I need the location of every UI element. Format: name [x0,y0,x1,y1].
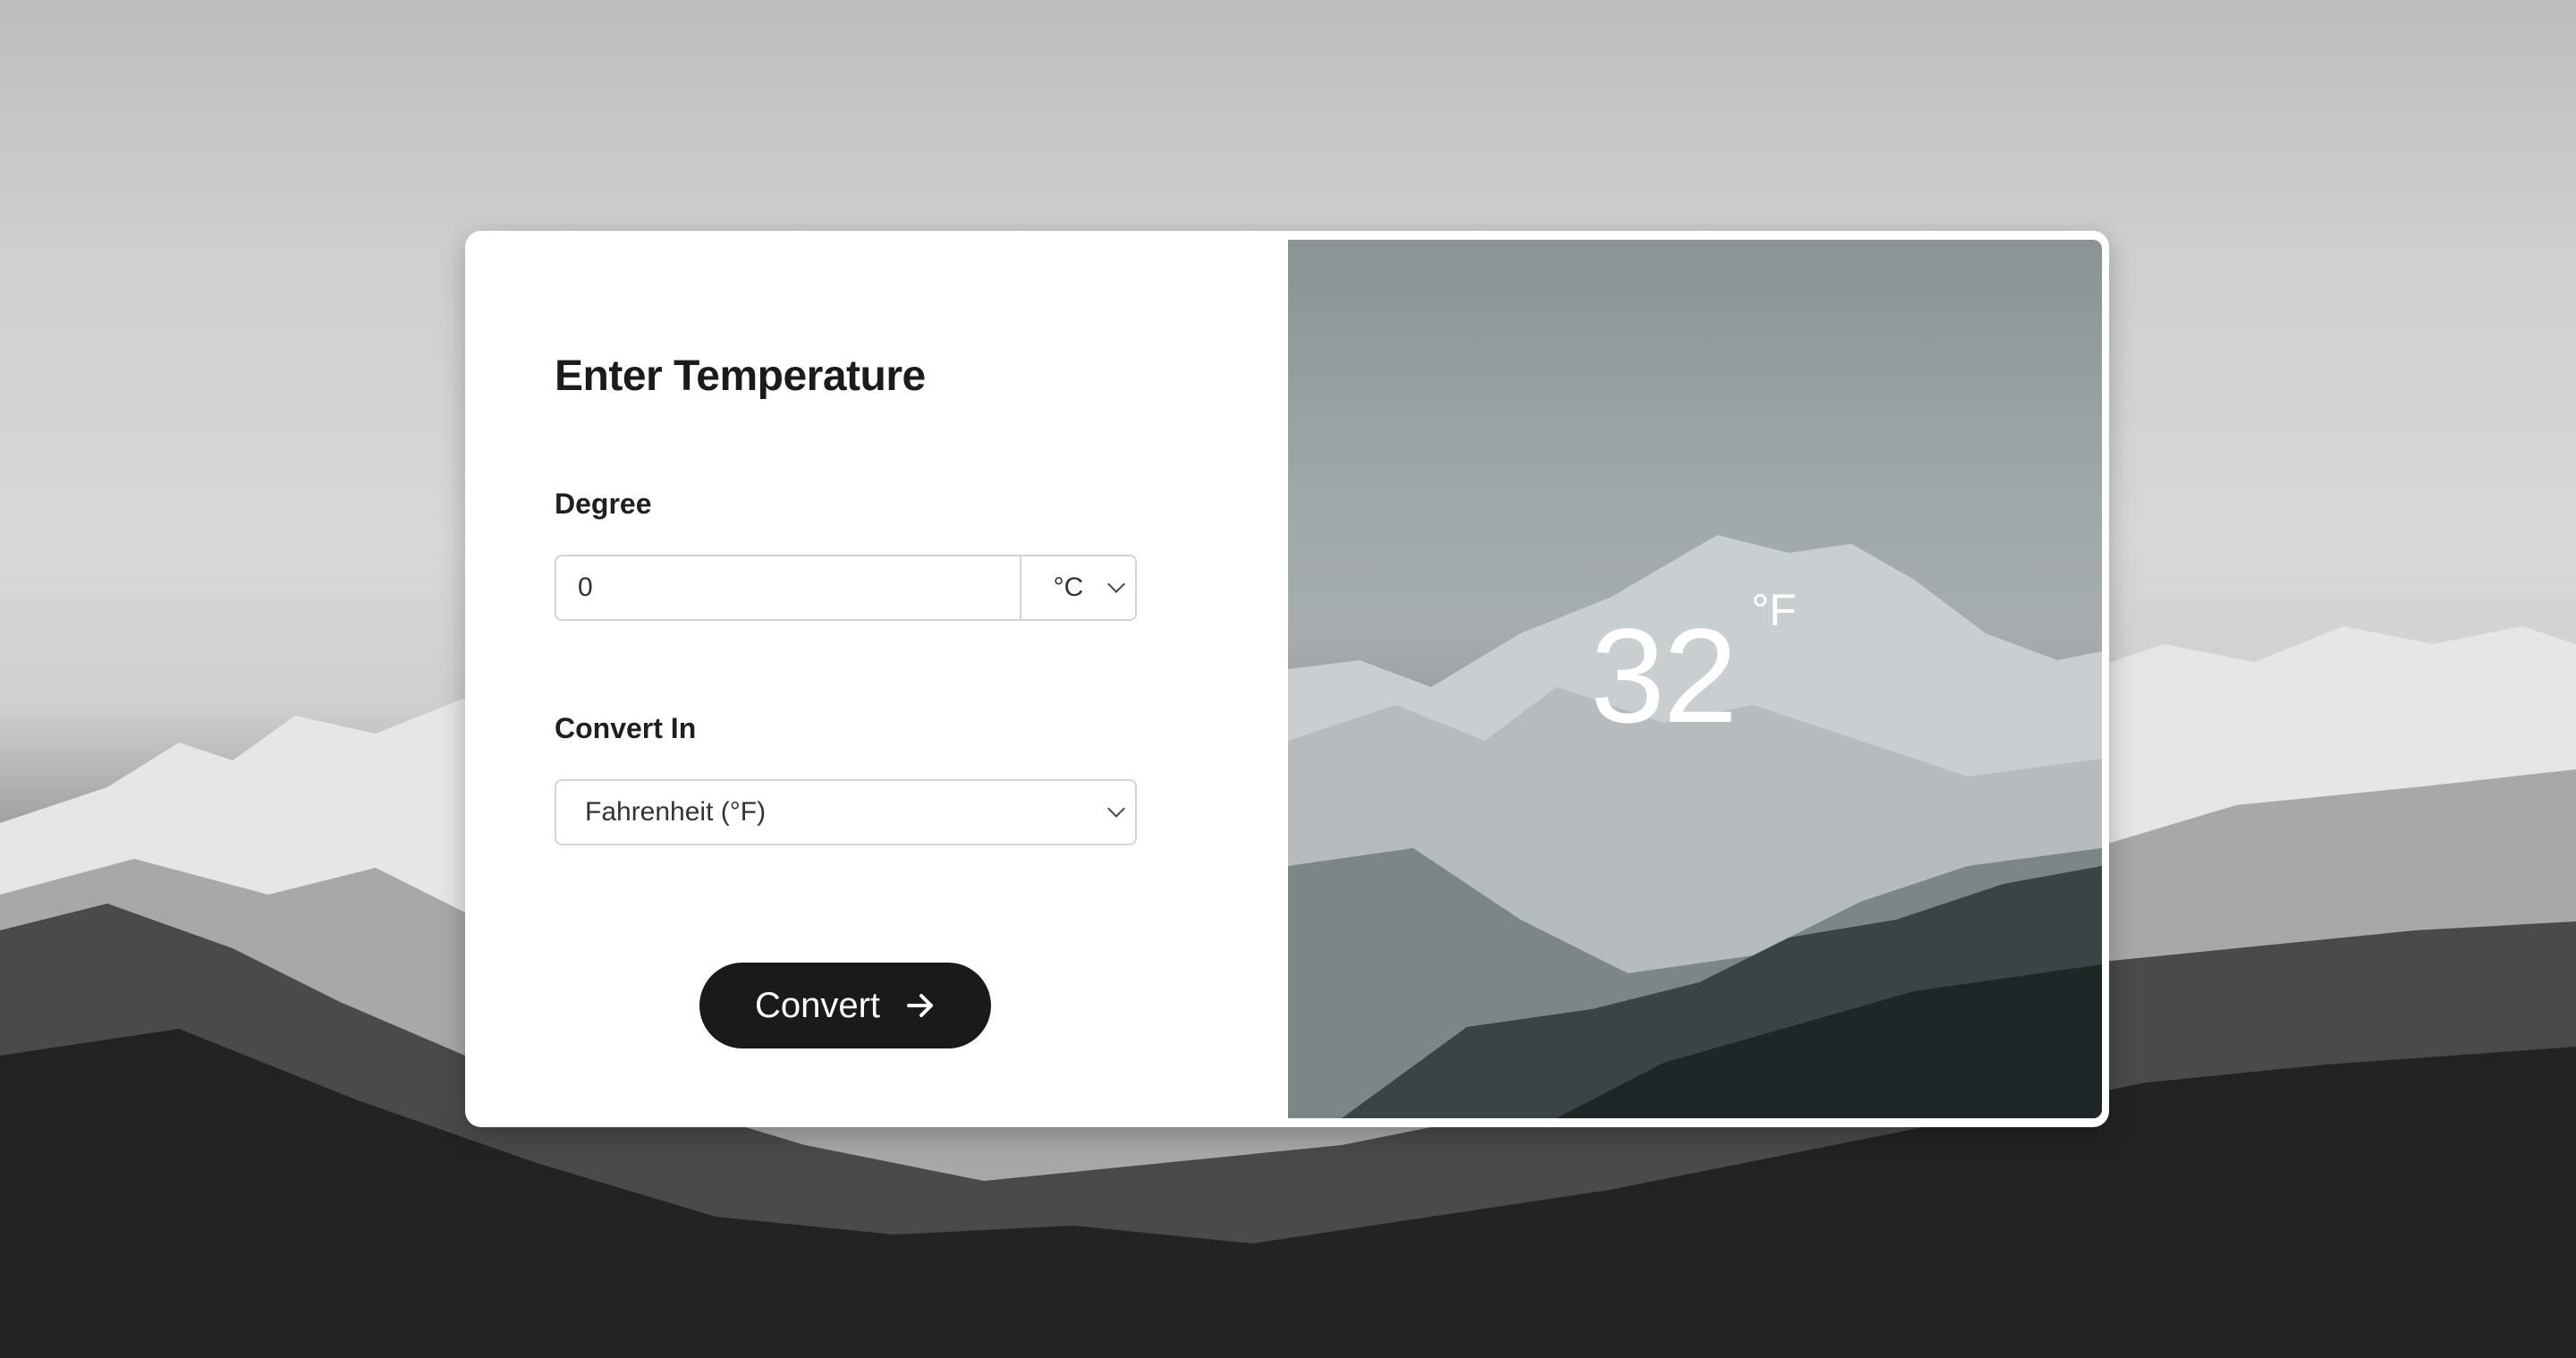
result-panel: 32 °F [1288,240,2102,1118]
result-display: 32 °F [1288,240,2102,1118]
chevron-down-icon [1107,575,1125,593]
target-unit-select[interactable]: Fahrenheit (°F) [555,779,1137,845]
result-unit: °F [1751,585,1797,635]
input-form: Enter Temperature Degree °C Convert In F… [465,231,1288,1127]
unit-select-value: °C [1053,573,1084,602]
convert-in-label: Convert In [555,712,697,744]
target-unit-select-value: Fahrenheit (°F) [585,797,767,827]
unit-select[interactable]: °C [1020,556,1135,619]
degree-input[interactable] [556,556,1020,619]
converter-card: Enter Temperature Degree °C Convert In F… [465,231,2109,1127]
degree-label: Degree [555,488,652,520]
result-value: 32 [1590,600,1738,751]
convert-button-label: Convert [754,985,881,1025]
chevron-down-icon [1107,800,1125,818]
arrow-right-icon [907,994,934,1017]
degree-input-group: °C [555,555,1137,621]
form-heading: Enter Temperature [555,352,926,400]
convert-button[interactable]: Convert [699,963,991,1048]
